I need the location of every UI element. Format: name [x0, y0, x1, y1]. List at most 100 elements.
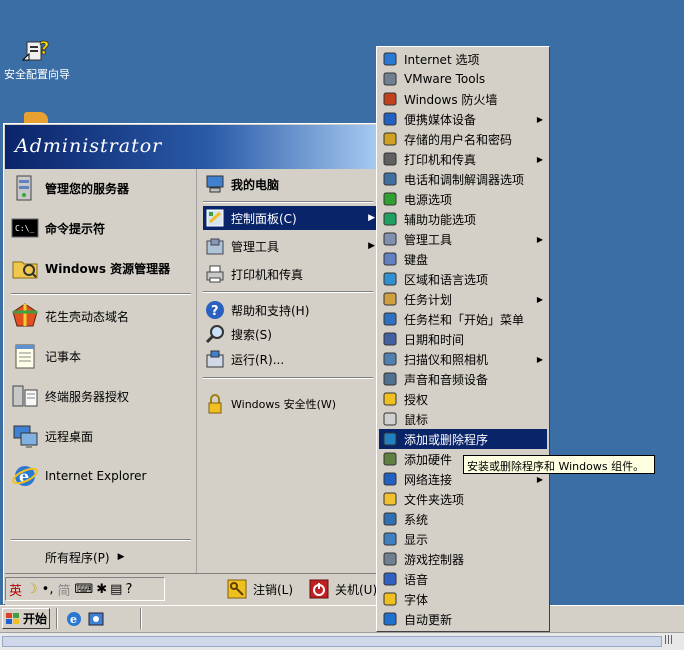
control-panel-applet-icon: [382, 491, 398, 507]
lock-icon: [205, 394, 225, 414]
control-panel-item[interactable]: 任务栏和「开始」菜单: [379, 309, 547, 329]
svg-text:e: e: [70, 613, 77, 626]
control-panel-applet-icon: [382, 371, 398, 387]
start-button[interactable]: 开始: [2, 608, 50, 629]
control-panel-applet-icon: [382, 431, 398, 447]
divider: [203, 377, 373, 379]
control-panel-applet-icon: [382, 151, 398, 167]
run-item[interactable]: 运行(R)...: [203, 347, 379, 371]
key-icon: [227, 579, 247, 599]
horizontal-scrollbar[interactable]: |||: [0, 632, 684, 650]
shutdown-button[interactable]: 关机(U): [309, 577, 379, 601]
ie-item[interactable]: e Internet Explorer: [11, 459, 191, 493]
arrow-right-icon: ▶: [536, 354, 543, 364]
control-panel-item[interactable]: 存储的用户名和密码: [379, 129, 547, 149]
grip-icon: |||: [664, 635, 674, 645]
control-panel-item[interactable]: Windows 防火墙: [379, 89, 547, 109]
explorer-item[interactable]: Windows 资源管理器: [11, 251, 191, 285]
arrow-right-icon: ▶: [536, 474, 543, 484]
arrow-right-icon: ▶: [536, 234, 543, 244]
run-icon: [205, 349, 225, 369]
control-panel-item[interactable]: 区域和语言选项: [379, 269, 547, 289]
tools-icon: ✱: [96, 581, 108, 597]
control-panel-item[interactable]: 声音和音频设备: [379, 369, 547, 389]
control-panel-icon: [205, 208, 225, 228]
notepad-icon: [11, 342, 39, 370]
control-panel-applet-icon: [382, 351, 398, 367]
divider: [11, 293, 191, 295]
control-panel-applet-icon: [382, 91, 398, 107]
all-programs-button[interactable]: 所有程序(P) ▶: [45, 545, 165, 569]
manage-server-item[interactable]: 管理您的服务器: [11, 171, 191, 205]
user-header: Administrator: [5, 125, 377, 169]
windows-security-item[interactable]: Windows 安全性(W): [203, 392, 379, 416]
notepad-item[interactable]: 记事本: [11, 339, 191, 373]
control-panel-item[interactable]: 控制面板(C) ▶: [203, 206, 379, 230]
control-panel-item[interactable]: 便携媒体设备 ▶: [379, 109, 547, 129]
moon-icon: ☽: [26, 581, 38, 597]
control-panel-applet-icon: [382, 131, 398, 147]
control-panel-item[interactable]: 鼠标: [379, 409, 547, 429]
control-panel-item[interactable]: 电话和调制解调器选项: [379, 169, 547, 189]
start-menu-right-pane: 我的电脑 控制面板(C) ▶ 管理工具 ▶ 打印机和传真 ? 帮助和支持(H) …: [196, 169, 379, 573]
control-panel-item[interactable]: 授权: [379, 389, 547, 409]
divider: [11, 539, 191, 541]
control-panel-applet-icon: [382, 591, 398, 607]
power-icon: [309, 579, 329, 599]
scrollbar-thumb[interactable]: [2, 636, 662, 647]
logoff-button[interactable]: 注销(L): [227, 577, 299, 601]
user-name: Administrator: [15, 135, 163, 157]
control-panel-applet-icon: [382, 111, 398, 127]
security-wizard-desktop-icon[interactable]: ? 安全配置向导: [4, 34, 70, 81]
search-item[interactable]: 搜索(S): [203, 322, 379, 346]
control-panel-applet-icon: [382, 331, 398, 347]
ie-quicklaunch-icon[interactable]: e: [66, 611, 82, 627]
cmd-item[interactable]: C:\_ 命令提示符: [11, 211, 191, 245]
punct-icon: •,: [41, 581, 54, 597]
control-panel-item[interactable]: 游戏控制器: [379, 549, 547, 569]
control-panel-item[interactable]: 扫描仪和照相机 ▶: [379, 349, 547, 369]
control-panel-item[interactable]: 辅助功能选项: [379, 209, 547, 229]
control-panel-applet-icon: [382, 451, 398, 467]
cmd-icon: C:\_: [11, 214, 39, 242]
control-panel-item[interactable]: 任务计划 ▶: [379, 289, 547, 309]
arrow-right-icon: ▶: [536, 154, 543, 164]
tooltip: 安装或删除程序和 Windows 组件。: [463, 455, 655, 474]
control-panel-item[interactable]: 键盘: [379, 249, 547, 269]
remote-desktop-item[interactable]: 远程桌面: [11, 419, 191, 453]
show-desktop-icon[interactable]: [88, 611, 104, 627]
explorer-icon: [11, 254, 39, 282]
control-panel-applet-icon: [382, 211, 398, 227]
control-panel-item[interactable]: 打印机和传真 ▶: [379, 149, 547, 169]
control-panel-item[interactable]: 显示: [379, 529, 547, 549]
control-panel-item[interactable]: 系统: [379, 509, 547, 529]
computer-icon: [205, 174, 225, 194]
help-icon: ?: [125, 581, 133, 597]
start-menu: Administrator 管理您的服务器 C:\_ 命令提示符 Windows…: [3, 123, 379, 605]
control-panel-item[interactable]: 字体: [379, 589, 547, 609]
control-panel-applet-icon: [382, 271, 398, 287]
control-panel-item[interactable]: Internet 选项: [379, 49, 547, 69]
control-panel-item[interactable]: 电源选项: [379, 189, 547, 209]
svg-text:?: ?: [39, 38, 49, 59]
help-item[interactable]: ? 帮助和支持(H): [203, 298, 379, 322]
peanut-icon: [11, 302, 39, 330]
control-panel-applet-icon: [382, 611, 398, 627]
ts-license-item[interactable]: 终端服务器授权: [11, 379, 191, 413]
control-panel-item[interactable]: 添加或删除程序: [379, 429, 547, 449]
my-computer-item[interactable]: 我的电脑: [205, 171, 375, 197]
control-panel-item[interactable]: 文件夹选项: [379, 489, 547, 509]
language-bar[interactable]: 英 ☽ •, 简 ⌨ ✱ ▤ ?: [5, 577, 165, 601]
control-panel-applet-icon: [382, 231, 398, 247]
control-panel-item[interactable]: 语音: [379, 569, 547, 589]
keyboard-icon: ⌨: [74, 581, 94, 597]
peanut-item[interactable]: 花生壳动态域名: [11, 299, 191, 333]
control-panel-item[interactable]: 日期和时间: [379, 329, 547, 349]
control-panel-item[interactable]: 自动更新: [379, 609, 547, 629]
control-panel-item[interactable]: VMware Tools: [379, 69, 547, 89]
security-wizard-icon: ?: [21, 34, 53, 66]
control-panel-item[interactable]: 管理工具 ▶: [379, 229, 547, 249]
printers-item[interactable]: 打印机和传真: [203, 262, 379, 286]
admin-tools-item[interactable]: 管理工具 ▶: [203, 234, 379, 258]
control-panel-applet-icon: [382, 311, 398, 327]
